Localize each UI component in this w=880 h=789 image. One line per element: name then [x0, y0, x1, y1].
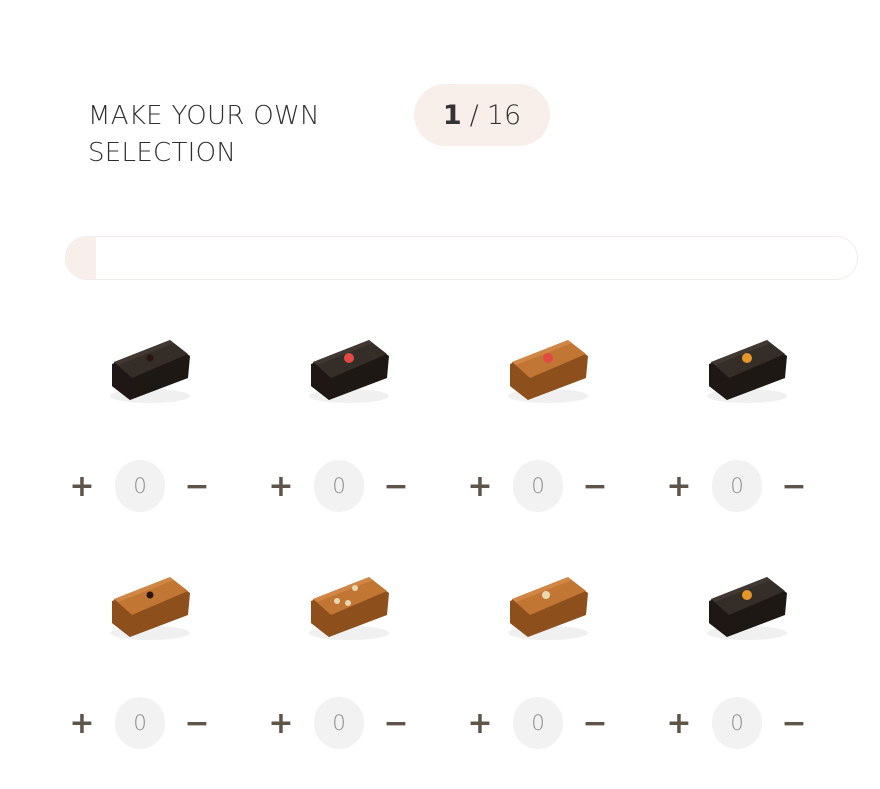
- quantity-stepper: +0−: [60, 697, 240, 749]
- quantity-stepper: +0−: [657, 460, 837, 512]
- product-item: +0−: [637, 300, 827, 530]
- counter-total: 16: [486, 99, 522, 131]
- product-item: +0−: [438, 300, 628, 530]
- decrease-button[interactable]: −: [175, 464, 219, 508]
- quantity-stepper: +0−: [259, 460, 439, 512]
- chocolate-image: [498, 320, 598, 420]
- chocolate-image: [299, 557, 399, 657]
- selection-progress-bar: [65, 236, 858, 280]
- decrease-button[interactable]: −: [573, 701, 617, 745]
- quantity-value: 0: [513, 460, 563, 512]
- quantity-stepper: +0−: [458, 460, 638, 512]
- decrease-button[interactable]: −: [374, 464, 418, 508]
- increase-button[interactable]: +: [458, 701, 502, 745]
- increase-button[interactable]: +: [458, 464, 502, 508]
- increase-button[interactable]: +: [657, 464, 701, 508]
- quantity-value: 0: [115, 697, 165, 749]
- product-item: +0−: [40, 537, 230, 767]
- chocolate-image: [100, 320, 200, 420]
- decrease-button[interactable]: −: [175, 701, 219, 745]
- decrease-button[interactable]: −: [374, 701, 418, 745]
- quantity-stepper: +0−: [60, 460, 240, 512]
- counter-separator: /: [469, 99, 479, 131]
- selection-counter-badge: 1 / 16: [414, 84, 550, 146]
- product-item: +0−: [637, 537, 827, 767]
- product-item: +0−: [239, 300, 429, 530]
- title-line-1: MAKE YOUR OWN: [88, 101, 320, 131]
- quantity-stepper: +0−: [458, 697, 638, 749]
- increase-button[interactable]: +: [60, 464, 104, 508]
- quantity-stepper: +0−: [657, 697, 837, 749]
- quantity-stepper: +0−: [259, 697, 439, 749]
- quantity-value: 0: [712, 460, 762, 512]
- increase-button[interactable]: +: [259, 701, 303, 745]
- chocolate-image: [498, 557, 598, 657]
- title-line-2: SELECTION: [88, 138, 237, 168]
- increase-button[interactable]: +: [657, 701, 701, 745]
- chocolate-image: [100, 557, 200, 657]
- increase-button[interactable]: +: [60, 701, 104, 745]
- quantity-value: 0: [712, 697, 762, 749]
- decrease-button[interactable]: −: [772, 701, 816, 745]
- quantity-value: 0: [115, 460, 165, 512]
- decrease-button[interactable]: −: [772, 464, 816, 508]
- product-item: +0−: [438, 537, 628, 767]
- decrease-button[interactable]: −: [573, 464, 617, 508]
- quantity-value: 0: [513, 697, 563, 749]
- counter-current: 1: [442, 99, 462, 131]
- chocolate-image: [697, 557, 797, 657]
- page-title: MAKE YOUR OWN SELECTION: [88, 98, 388, 172]
- chocolate-image: [697, 320, 797, 420]
- progress-fill: [66, 237, 96, 279]
- quantity-value: 0: [314, 697, 364, 749]
- product-item: +0−: [239, 537, 429, 767]
- product-item: +0−: [40, 300, 230, 530]
- quantity-value: 0: [314, 460, 364, 512]
- chocolate-image: [299, 320, 399, 420]
- increase-button[interactable]: +: [259, 464, 303, 508]
